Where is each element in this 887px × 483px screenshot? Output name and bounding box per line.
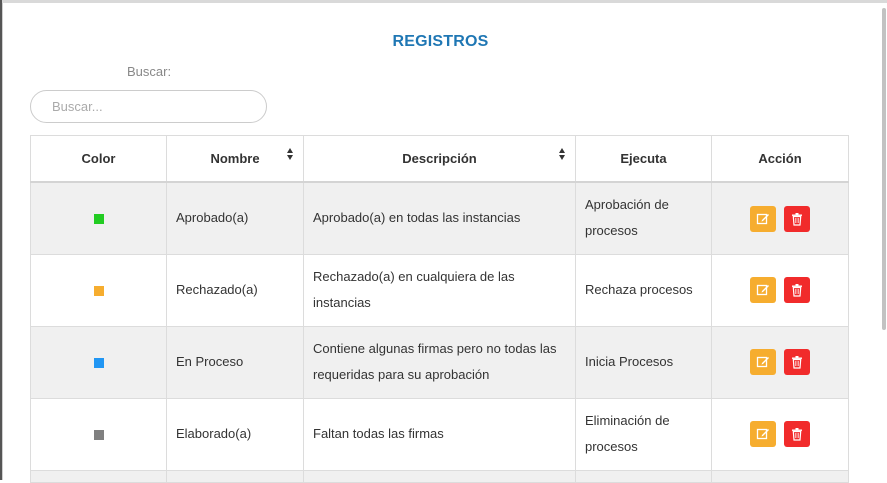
delete-button[interactable] [783, 421, 810, 448]
table-cell [166, 469, 304, 483]
descripcion-cell: Rechazado(a) en cualquiera de las instan… [303, 253, 576, 327]
header-nombre-label: Nombre [210, 151, 260, 166]
action-cell [711, 253, 849, 327]
ejecuta-cell: Eliminación de procesos [575, 397, 712, 471]
edit-button[interactable] [750, 421, 777, 448]
modal-dialog: REGISTROS Buscar: Color Nombre Descripci… [2, 3, 887, 483]
nombre-cell: Rechazado(a) [166, 253, 304, 327]
header-color: Color [30, 135, 167, 183]
trash-icon [791, 428, 802, 441]
trash-icon [791, 212, 802, 226]
descripcion-cell: Contiene algunas firmas pero no todas la… [303, 325, 576, 399]
delete-button[interactable] [783, 277, 810, 304]
action-cell [711, 181, 849, 255]
edit-button[interactable] [750, 277, 777, 304]
trash-icon [791, 284, 802, 297]
table-cell [575, 469, 712, 483]
header-accion-label: Acción [758, 151, 802, 166]
status-color-swatch [93, 213, 104, 224]
edit-button[interactable] [750, 205, 777, 232]
trash-icon [791, 356, 802, 369]
scrollbar[interactable] [882, 8, 886, 330]
search-input[interactable] [30, 90, 267, 123]
status-color-swatch [93, 429, 104, 440]
color-cell [30, 397, 167, 471]
table-cell [30, 469, 167, 483]
action-cell [711, 397, 849, 471]
table-cell [303, 469, 576, 483]
header-accion: Acción [711, 135, 849, 183]
descripcion-cell: Faltan todas las firmas [303, 397, 576, 471]
ejecuta-cell: Inicia Procesos [575, 325, 712, 399]
edit-button[interactable] [750, 349, 777, 376]
delete-button[interactable] [783, 205, 810, 232]
ejecuta-cell: Rechaza procesos [575, 253, 712, 327]
status-color-swatch [93, 285, 104, 296]
action-cell [711, 325, 849, 399]
descripcion-cell: Aprobado(a) en todas las instancias [303, 181, 576, 255]
page-title: REGISTROS [392, 33, 489, 50]
sort-icon[interactable] [287, 148, 294, 161]
table-row: Aprobado(a) Aprobado(a) en todas las ins… [30, 181, 849, 255]
edit-icon [757, 429, 770, 440]
table-row: En Proceso Contiene algunas firmas pero … [30, 325, 849, 399]
color-cell [30, 253, 167, 327]
color-cell [30, 325, 167, 399]
status-color-swatch [93, 357, 104, 368]
header-nombre[interactable]: Nombre [166, 135, 304, 183]
edit-icon [757, 357, 770, 368]
table-header-row: Color Nombre Descripción Ejecuta Acción [30, 135, 849, 183]
edit-icon [757, 285, 770, 296]
header-color-label: Color [81, 151, 116, 166]
delete-button[interactable] [783, 349, 810, 376]
table-cell [711, 469, 849, 483]
header-ejecuta-label: Ejecuta [620, 151, 667, 166]
nombre-cell: En Proceso [166, 325, 304, 399]
header-descripcion-label: Descripción [402, 151, 477, 166]
table-row: Rechazado(a) Rechazado(a) en cualquiera … [30, 253, 849, 327]
records-table: Color Nombre Descripción Ejecuta Acción … [30, 135, 849, 483]
ejecuta-cell: Aprobación de procesos [575, 181, 712, 255]
nombre-cell: Elaborado(a) [166, 397, 304, 471]
color-cell [30, 181, 167, 255]
table-row-partial [30, 469, 849, 483]
header-descripcion[interactable]: Descripción [303, 135, 576, 183]
header-ejecuta: Ejecuta [575, 135, 712, 183]
search-label: Buscar: [127, 64, 172, 79]
edit-icon [757, 213, 770, 224]
table-row: Elaborado(a) Faltan todas las firmas Eli… [30, 397, 849, 471]
sort-icon[interactable] [559, 148, 566, 161]
nombre-cell: Aprobado(a) [166, 181, 304, 255]
